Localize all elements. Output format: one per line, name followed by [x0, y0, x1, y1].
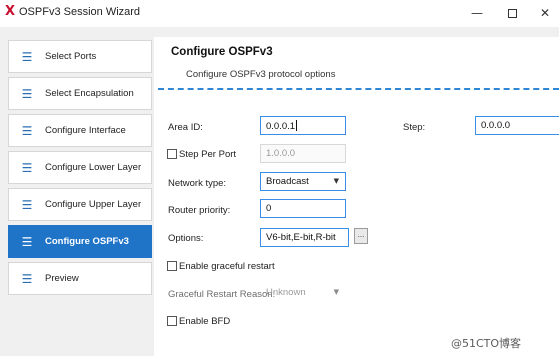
list-icon: ☰: [21, 197, 33, 212]
network-type-label: Network type:: [168, 178, 227, 189]
sidebar-item-select-encapsulation[interactable]: ☰ Select Encapsulation: [8, 77, 152, 110]
sidebar-item-configure-ospfv3[interactable]: ☰ Configure OSPFv3: [8, 225, 152, 258]
list-icon: ☰: [21, 271, 33, 286]
chevron-down-icon: ▼: [333, 288, 339, 296]
sidebar-item-configure-upper-layer[interactable]: ☰ Configure Upper Layer: [8, 188, 152, 221]
watermark: @51CTO博客: [451, 337, 522, 350]
area-id-label: Area ID:: [168, 122, 203, 133]
list-icon: ☰: [21, 86, 33, 101]
network-type-value: Broadcast: [266, 176, 309, 187]
options-input[interactable]: V6-bit,E-bit,R-bit: [260, 228, 349, 247]
sidebar-item-select-ports[interactable]: ☰ Select Ports: [8, 40, 152, 73]
window-title: OSPFv3 Session Wizard: [19, 6, 141, 18]
sidebar-item-label: Configure Upper Layer: [45, 199, 142, 210]
dashed-divider: [158, 88, 559, 90]
list-icon: ☰: [21, 234, 33, 249]
step-input[interactable]: 0.0.0.0: [475, 116, 559, 135]
options-browse-button[interactable]: ...: [354, 228, 368, 244]
sidebar-item-preview[interactable]: ☰ Preview: [8, 262, 152, 295]
area-id-value: 0.0.0.1: [266, 121, 296, 132]
step-per-port-checkbox[interactable]: [167, 149, 177, 159]
sidebar-item-label: Configure Interface: [45, 125, 126, 136]
list-icon: ☰: [21, 49, 33, 64]
title-bar: X OSPFv3 Session Wizard — ✕: [0, 0, 559, 27]
enable-bfd-label: Enable BFD: [179, 316, 231, 327]
page-title: Configure OSPFv3: [171, 46, 273, 58]
router-priority-label: Router priority:: [168, 205, 231, 216]
sidebar-item-label: Configure Lower Layer: [45, 162, 142, 173]
sidebar-item-configure-lower-layer[interactable]: ☰ Configure Lower Layer: [8, 151, 152, 184]
graceful-restart-checkbox[interactable]: [167, 261, 177, 271]
area-id-input[interactable]: 0.0.0.1: [260, 116, 346, 135]
sidebar-item-label: Preview: [45, 273, 79, 284]
maximize-button[interactable]: [498, 3, 526, 23]
enable-bfd-checkbox[interactable]: [167, 316, 177, 326]
maximize-icon: [507, 9, 517, 18]
list-icon: ☰: [21, 123, 33, 138]
list-icon: ☰: [21, 160, 33, 175]
router-priority-input[interactable]: 0: [260, 199, 346, 218]
sidebar-item-configure-interface[interactable]: ☰ Configure Interface: [8, 114, 152, 147]
graceful-restart-reason-select[interactable]: Unknown ▼: [260, 283, 346, 302]
page-subtitle: Configure OSPFv3 protocol options: [186, 69, 336, 80]
minimize-button[interactable]: —: [463, 3, 491, 23]
text-cursor: [296, 120, 298, 131]
graceful-restart-label: Enable graceful restart: [179, 261, 275, 272]
step-per-port-label: Step Per Port: [179, 149, 237, 160]
step-per-port-input[interactable]: 1.0.0.0: [260, 144, 346, 163]
sidebar-item-label: Select Encapsulation: [45, 88, 134, 99]
close-button[interactable]: ✕: [531, 3, 559, 23]
graceful-restart-reason-value: Unknown: [266, 287, 306, 298]
sidebar-item-label: Configure OSPFv3: [45, 236, 129, 247]
sidebar-item-label: Select Ports: [45, 51, 97, 62]
main-panel: Configure OSPFv3 Configure OSPFv3 protoc…: [154, 37, 559, 356]
step-label: Step:: [403, 122, 426, 133]
wizard-steps-sidebar: ☰ Select Ports ☰ Select Encapsulation ☰ …: [0, 37, 154, 356]
app-logo-icon: X: [5, 4, 16, 19]
network-type-select[interactable]: Broadcast ▼: [260, 172, 346, 191]
options-label: Options:: [168, 233, 204, 244]
chevron-down-icon: ▼: [333, 177, 339, 185]
